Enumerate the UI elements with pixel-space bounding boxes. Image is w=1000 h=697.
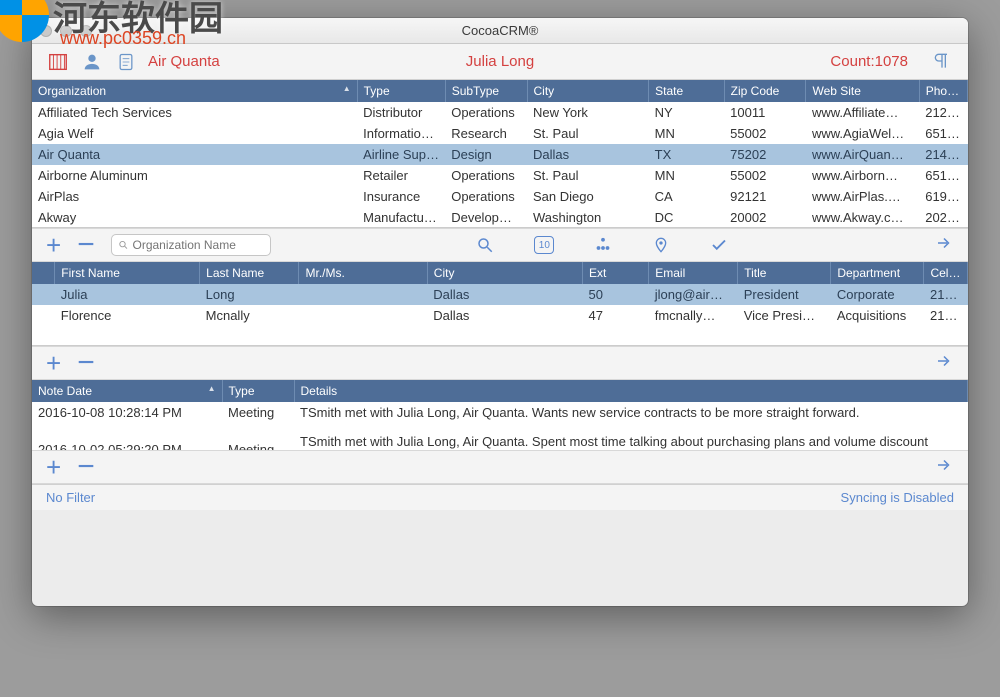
org-search-input[interactable] (133, 238, 264, 252)
remove-org-button[interactable]: − (77, 228, 95, 262)
col-lastname[interactable]: Last Name (200, 262, 299, 284)
table-row[interactable]: Agia WelfInformatio…ResearchSt. PaulMN55… (32, 123, 968, 144)
sync-status-label[interactable]: Syncing is Disabled (841, 490, 954, 505)
remove-contact-button[interactable]: − (77, 346, 95, 380)
remove-note-button[interactable]: − (77, 450, 95, 484)
table-row[interactable]: 2016-10-02 05:29:20 PMMeetingTSmith met … (32, 431, 968, 450)
notes-toolbar: + − (32, 450, 968, 484)
col-organization[interactable]: Organization (32, 80, 357, 102)
checkmark-icon[interactable] (710, 236, 728, 254)
col-firstname[interactable]: First Name (55, 262, 200, 284)
col-note-date[interactable]: Note Date (32, 380, 222, 402)
col-note-type[interactable]: Type (222, 380, 294, 402)
selected-contact-label: Julia Long (466, 53, 534, 70)
contact-icon[interactable] (80, 50, 104, 74)
notes-table-container: Note Date Type Details 2016-10-08 10:28:… (32, 380, 968, 450)
watermark-url: www.pc0359.cn (60, 28, 186, 49)
contacts-table: First Name Last Name Mr./Ms. City Ext Em… (32, 262, 968, 326)
hierarchy-icon[interactable] (594, 236, 612, 254)
filter-status-label[interactable]: No Filter (46, 490, 95, 505)
add-note-button[interactable]: + (46, 452, 61, 483)
table-row[interactable]: Air QuantaAirline Sup…DesignDallasTX7520… (32, 144, 968, 165)
table-row[interactable]: JuliaLongDallas50jlong@air…PresidentCorp… (32, 284, 968, 305)
add-org-button[interactable]: + (46, 230, 61, 261)
search-icon (118, 239, 129, 251)
contacts-toolbar: + − (32, 346, 968, 380)
watermark-logo-icon (0, 0, 49, 42)
notes-icon[interactable] (114, 50, 138, 74)
notes-forward-button[interactable] (934, 456, 954, 479)
location-icon[interactable] (652, 236, 670, 254)
window-title: CocoaCRM® (462, 23, 539, 38)
table-row[interactable]: Airborne AluminumRetailerOperationsSt. P… (32, 165, 968, 186)
col-city[interactable]: City (427, 262, 582, 284)
contacts-table-container: First Name Last Name Mr./Ms. City Ext Em… (32, 262, 968, 346)
col-email[interactable]: Email (649, 262, 738, 284)
table-row[interactable]: Affiliated Tech ServicesDistributorOpera… (32, 102, 968, 123)
col-phone[interactable]: Pho… (919, 80, 967, 102)
col-mrms[interactable]: Mr./Ms. (299, 262, 427, 284)
col-city[interactable]: City (527, 80, 649, 102)
col-type[interactable]: Type (357, 80, 445, 102)
col-department[interactable]: Department (831, 262, 924, 284)
count-badge[interactable]: 10 (534, 236, 554, 254)
app-window: CocoaCRM® Air Quanta Julia Long Count:10… (32, 18, 968, 606)
footer-bar: No Filter Syncing is Disabled (32, 484, 968, 510)
table-row[interactable]: FlorenceMcnallyDallas47fmcnally…Vice Pre… (32, 305, 968, 326)
add-contact-button[interactable]: + (46, 348, 61, 379)
col-ext[interactable]: Ext (583, 262, 649, 284)
org-search-box[interactable] (111, 234, 271, 256)
record-count-label: Count:1078 (830, 53, 908, 70)
search-action-icon[interactable] (476, 236, 494, 254)
contacts-forward-button[interactable] (934, 352, 954, 375)
paragraph-icon[interactable] (932, 51, 954, 73)
selected-org-label: Air Quanta (148, 53, 220, 70)
col-note-details[interactable]: Details (294, 380, 968, 402)
col-cell[interactable]: Cel… (924, 262, 968, 284)
col-website[interactable]: Web Site (806, 80, 919, 102)
organizations-table-container: Organization Type SubType City State Zip… (32, 80, 968, 228)
col-blank[interactable] (32, 262, 55, 284)
table-row[interactable]: AkwayManufactu…Develop…WashingtonDC20002… (32, 207, 968, 228)
col-subtype[interactable]: SubType (445, 80, 527, 102)
organizations-table: Organization Type SubType City State Zip… (32, 80, 968, 228)
contacts-header-row[interactable]: First Name Last Name Mr./Ms. City Ext Em… (32, 262, 968, 284)
top-toolbar: Air Quanta Julia Long Count:1078 (32, 44, 968, 80)
org-header-row[interactable]: Organization Type SubType City State Zip… (32, 80, 968, 102)
table-row[interactable]: 2016-10-08 10:28:14 PMMeetingTSmith met … (32, 402, 968, 423)
notes-table: Note Date Type Details 2016-10-08 10:28:… (32, 380, 968, 450)
notes-header-row[interactable]: Note Date Type Details (32, 380, 968, 402)
col-state[interactable]: State (649, 80, 725, 102)
col-zip[interactable]: Zip Code (724, 80, 806, 102)
col-title[interactable]: Title (738, 262, 831, 284)
organization-icon[interactable] (46, 50, 70, 74)
table-row[interactable]: AirPlasInsuranceOperationsSan DiegoCA921… (32, 186, 968, 207)
org-toolbar: + − 10 (32, 228, 968, 262)
org-forward-button[interactable] (934, 234, 954, 257)
